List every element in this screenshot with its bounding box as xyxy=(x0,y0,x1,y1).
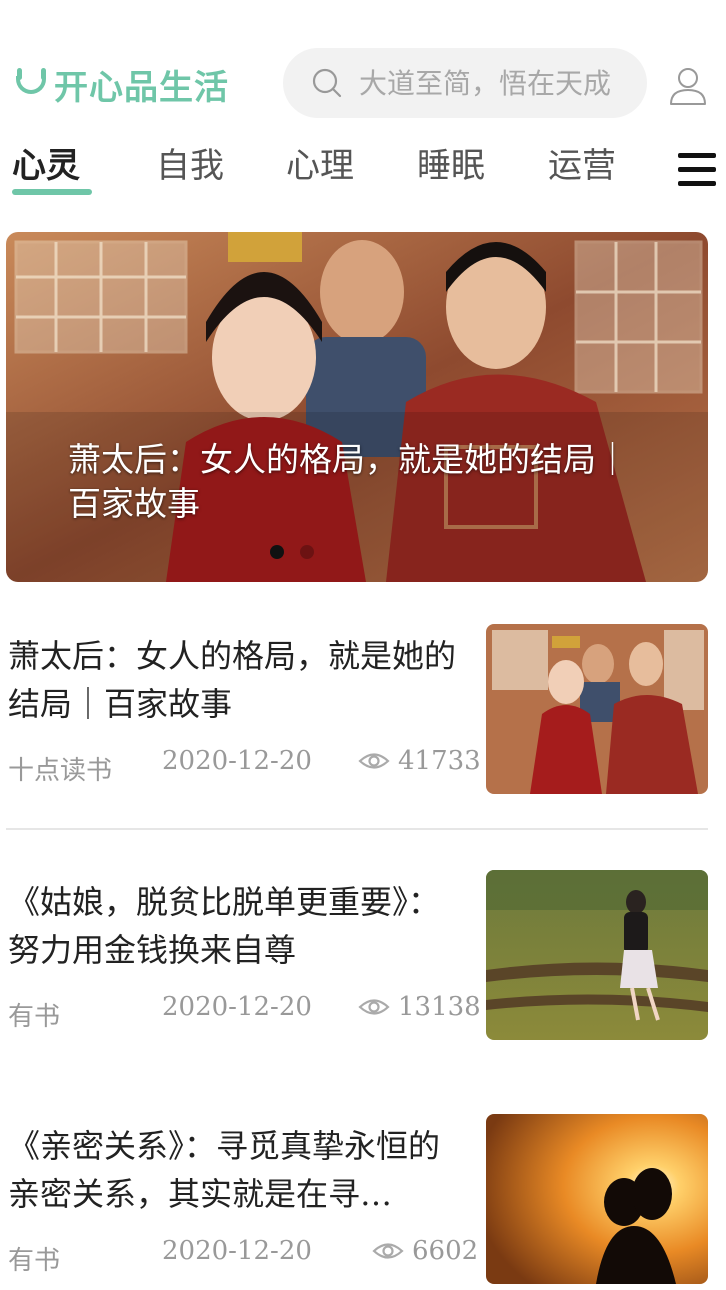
article-thumbnail xyxy=(486,870,708,1040)
article-thumbnail xyxy=(486,1114,708,1284)
banner-title: 萧太后：女人的格局，就是她的结局｜百家故事 xyxy=(68,440,629,523)
active-tab-indicator xyxy=(12,189,92,195)
app-header: 开心品生活 xyxy=(0,0,726,130)
menu-icon[interactable] xyxy=(678,153,716,187)
category-tabs: 心灵 自我 心理 睡眠 运营 xyxy=(0,138,726,198)
tab-shuimian[interactable]: 睡眠 xyxy=(417,138,485,194)
article-title[interactable]: 萧太后：女人的格局，就是她的结局｜百家故事 xyxy=(8,632,458,728)
article-title[interactable]: 《亲密关系》：寻觅真挚永恒的亲密关系，其实就是在寻… xyxy=(8,1122,458,1218)
carousel-dots xyxy=(270,545,314,559)
article-date: 2020-12-20 xyxy=(162,746,312,776)
carousel-dot-active[interactable] xyxy=(270,545,284,559)
tab-yunying[interactable]: 运营 xyxy=(548,138,616,194)
search-icon xyxy=(312,68,342,98)
article-source: 十点读书 xyxy=(8,756,113,786)
list-divider xyxy=(6,828,708,830)
article-item[interactable]: 《亲密关系》：寻觅真挚永恒的亲密关系，其实就是在寻… 有书 2020-12-20… xyxy=(0,1114,726,1290)
eye-icon xyxy=(372,1243,404,1259)
search-bar[interactable] xyxy=(283,48,647,118)
article-views: 6602 xyxy=(372,1236,478,1266)
tab-xinli[interactable]: 心理 xyxy=(286,138,354,194)
view-count: 13138 xyxy=(398,992,481,1022)
article-title[interactable]: 《姑娘，脱贫比脱单更重要》：努力用金钱换来自尊 xyxy=(8,878,458,974)
user-icon[interactable] xyxy=(668,66,708,106)
view-count: 41733 xyxy=(398,746,481,776)
carousel-dot[interactable] xyxy=(300,545,314,559)
logo-text: 开心品生活 xyxy=(54,67,229,108)
article-views: 13138 xyxy=(358,992,481,1022)
article-date: 2020-12-20 xyxy=(162,992,312,1022)
article-item[interactable]: 《姑娘，脱贫比脱单更重要》：努力用金钱换来自尊 有书 2020-12-20 13… xyxy=(0,870,726,1062)
article-source: 有书 xyxy=(8,1246,61,1276)
tab-xinling[interactable]: 心灵 xyxy=(12,138,80,194)
article-date: 2020-12-20 xyxy=(162,1236,312,1266)
featured-banner[interactable]: 萧太后：女人的格局，就是她的结局｜百家故事 xyxy=(6,232,708,582)
article-item[interactable]: 萧太后：女人的格局，就是她的结局｜百家故事 十点读书 2020-12-20 41… xyxy=(0,624,726,816)
eye-icon xyxy=(358,753,390,769)
eye-icon xyxy=(358,999,390,1015)
article-source: 有书 xyxy=(8,1002,61,1032)
banner-image xyxy=(6,232,708,582)
search-input[interactable] xyxy=(359,66,639,100)
smile-logo-icon xyxy=(14,64,50,104)
app-logo[interactable]: 开心品生活 xyxy=(14,62,229,108)
view-count: 6602 xyxy=(412,1236,479,1266)
article-views: 41733 xyxy=(358,746,481,776)
tab-ziwo[interactable]: 自我 xyxy=(156,138,224,194)
article-thumbnail xyxy=(486,624,708,794)
